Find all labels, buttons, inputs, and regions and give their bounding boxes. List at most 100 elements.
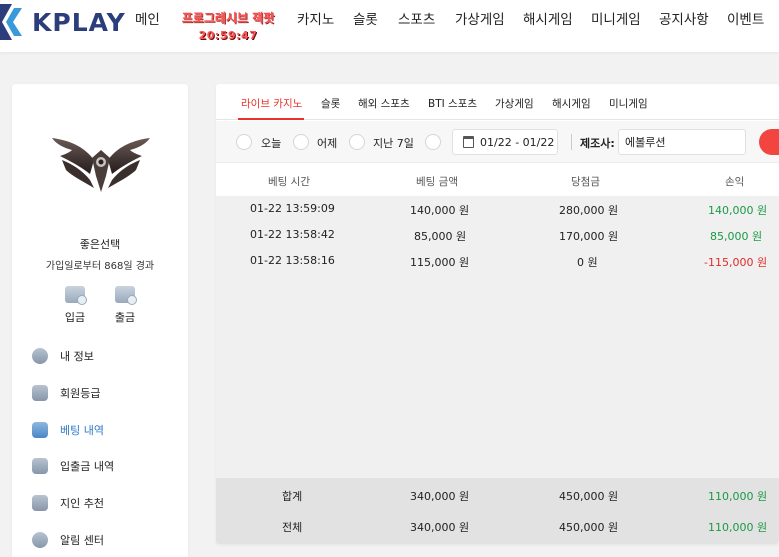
nav-item-notice[interactable]: 공지사항 [659, 8, 709, 28]
sidebar-item-label: 입출금 내역 [60, 460, 115, 473]
username: 좋은선택 [79, 238, 121, 251]
tab-virtual[interactable]: 가상게임 [495, 96, 534, 111]
jackpot-label: 프로그레시브 잭팟 [181, 11, 275, 25]
table-row: 01-22 13:58:42 85,000 원 170,000 원 85,000… [216, 228, 779, 250]
nav-item-virtual[interactable]: 가상게임 [455, 8, 505, 28]
summary-label: 전체 [282, 521, 303, 534]
date-range-picker[interactable]: 01/22 - 01/22 [452, 129, 558, 155]
sidebar-item-label: 회원등급 [60, 387, 101, 400]
tab-hash[interactable]: 해시게임 [552, 96, 591, 111]
wallet-icon [65, 286, 87, 305]
radio-label-last-7-days[interactable]: 지난 7일 [373, 135, 414, 151]
sidebar: 좋은선택 가입일로부터 868일 경과 입금 출금 내 정보 회원등급 베팅 내… [12, 84, 188, 557]
logo-mark-icon [0, 4, 30, 40]
cell-bet-amount: 85,000 원 [414, 230, 467, 243]
radio-yesterday[interactable] [293, 134, 309, 150]
withdraw-button[interactable]: 출금 [105, 286, 145, 325]
date-range-value: 01/22 - 01/22 [480, 135, 555, 149]
cell-winnings: 280,000 원 [559, 204, 619, 217]
radio-last-7-days[interactable] [349, 134, 365, 150]
divider [571, 134, 572, 150]
tab-live-casino[interactable]: 라이브 카지노 [241, 96, 302, 111]
rank-emblem-icon [50, 130, 152, 194]
nav-item-sports[interactable]: 스포츠 [398, 8, 435, 28]
nav-item-event[interactable]: 이벤트 [727, 8, 764, 28]
logo-text: KPLAY [32, 7, 126, 37]
cell-bet-time: 01-22 13:58:16 [250, 254, 335, 267]
deposit-button[interactable]: 입금 [55, 286, 95, 325]
shield-icon [32, 385, 48, 401]
cell-bet-time: 01-22 13:59:09 [250, 202, 335, 215]
cell-bet-amount: 115,000 원 [410, 256, 470, 269]
chat-bubble-icon [32, 532, 48, 548]
deposit-label: 입금 [64, 311, 86, 324]
withdraw-label: 출금 [114, 311, 136, 324]
cell-winnings: 170,000 원 [559, 230, 619, 243]
wallet-icon [32, 458, 48, 474]
user-icon [32, 348, 48, 364]
table-row: 01-22 13:59:09 140,000 원 280,000 원 140,0… [216, 202, 779, 224]
column-header-profit-loss: 손익 [725, 176, 745, 188]
sidebar-item-member-level[interactable]: 회원등급 [32, 383, 100, 403]
sidebar-item-label: 베팅 내역 [60, 424, 104, 437]
summary-row-total: 전체 340,000 원 450,000 원 110,000 원 [216, 519, 779, 541]
progressive-jackpot[interactable]: 프로그레시브 잭팟 20:59:47 [178, 9, 278, 42]
cell-profit-loss: 85,000 원 [710, 230, 763, 243]
nav-item-main[interactable]: 메인 [135, 8, 160, 28]
sidebar-item-label: 내 정보 [60, 350, 94, 363]
tab-mini[interactable]: 미니게임 [609, 96, 648, 111]
sidebar-item-label: 알림 센터 [60, 534, 104, 547]
table-header: 베팅 시간 베팅 금액 당첨금 손익 [216, 164, 779, 196]
summary-bet-amount: 340,000 원 [410, 490, 470, 503]
provider-label: 제조사: [580, 137, 615, 150]
tab-bti-sports[interactable]: BTI 스포츠 [428, 96, 477, 111]
nav-item-hash[interactable]: 해시게임 [523, 8, 573, 28]
summary-bet-amount: 340,000 원 [410, 521, 470, 534]
table-body: 01-22 13:59:09 140,000 원 280,000 원 140,0… [216, 196, 779, 478]
bet-history-panel: 라이브 카지노 슬롯 해외 스포츠 BTI 스포츠 가상게임 해시게임 미니게임… [216, 84, 779, 544]
table-row: 01-22 13:58:16 115,000 원 0 원 -115,000 원 [216, 254, 779, 276]
tab-overseas-sports[interactable]: 해외 스포츠 [358, 96, 410, 111]
document-icon [32, 422, 48, 438]
search-button[interactable] [759, 129, 779, 155]
sidebar-item-bet-history[interactable]: 베팅 내역 [32, 420, 104, 440]
radio-custom-range[interactable] [425, 134, 441, 150]
top-header: KPLAY 메인 카지노 슬롯 스포츠 가상게임 해시게임 미니게임 공지사항 … [0, 0, 779, 52]
summary-profit-loss: 110,000 원 [708, 521, 768, 534]
cell-profit-loss: -115,000 원 [704, 256, 768, 269]
cell-bet-amount: 140,000 원 [410, 204, 470, 217]
cell-profit-loss: 140,000 원 [708, 204, 768, 217]
provider-input[interactable] [618, 129, 746, 155]
sidebar-item-notifications[interactable]: 알림 센터 [32, 530, 104, 550]
column-header-bet-time: 베팅 시간 [268, 176, 310, 188]
jackpot-timer: 20:59:47 [198, 29, 258, 42]
table-summary: 합계 340,000 원 450,000 원 110,000 원 전체 340,… [216, 478, 779, 544]
sidebar-item-transactions[interactable]: 입출금 내역 [32, 456, 114, 476]
column-header-winnings: 당첨금 [571, 176, 600, 188]
sidebar-item-referral[interactable]: 지인 추천 [32, 493, 104, 513]
cell-winnings: 0 원 [577, 256, 598, 269]
join-days: 가입일로부터 868일 경과 [45, 261, 155, 272]
brand-logo[interactable]: KPLAY [0, 4, 126, 40]
radio-label-yesterday[interactable]: 어제 [317, 135, 337, 151]
summary-row-subtotal: 합계 340,000 원 450,000 원 110,000 원 [216, 488, 779, 510]
sidebar-item-label: 지인 추천 [60, 497, 104, 510]
cell-bet-time: 01-22 13:58:42 [250, 228, 335, 241]
summary-winnings: 450,000 원 [559, 521, 619, 534]
game-tabs: 라이브 카지노 슬롯 해외 스포츠 BTI 스포츠 가상게임 해시게임 미니게임 [216, 84, 779, 120]
nav-item-casino[interactable]: 카지노 [297, 8, 334, 28]
tab-slot[interactable]: 슬롯 [321, 96, 340, 111]
radio-today[interactable] [236, 134, 252, 150]
filter-bar: 오늘 어제 지난 7일 01/22 - 01/22 제조사: [216, 121, 779, 163]
column-header-bet-amount: 베팅 금액 [416, 176, 458, 188]
nav-item-mini[interactable]: 미니게임 [591, 8, 641, 28]
summary-winnings: 450,000 원 [559, 490, 619, 503]
sidebar-item-my-info[interactable]: 내 정보 [32, 346, 94, 366]
nav-item-slot[interactable]: 슬롯 [353, 8, 378, 28]
summary-profit-loss: 110,000 원 [708, 490, 768, 503]
active-tab-indicator [238, 118, 304, 120]
wallet-icon [115, 286, 137, 305]
heart-icon [32, 495, 48, 511]
calendar-icon [463, 136, 474, 148]
radio-label-today[interactable]: 오늘 [261, 135, 281, 151]
